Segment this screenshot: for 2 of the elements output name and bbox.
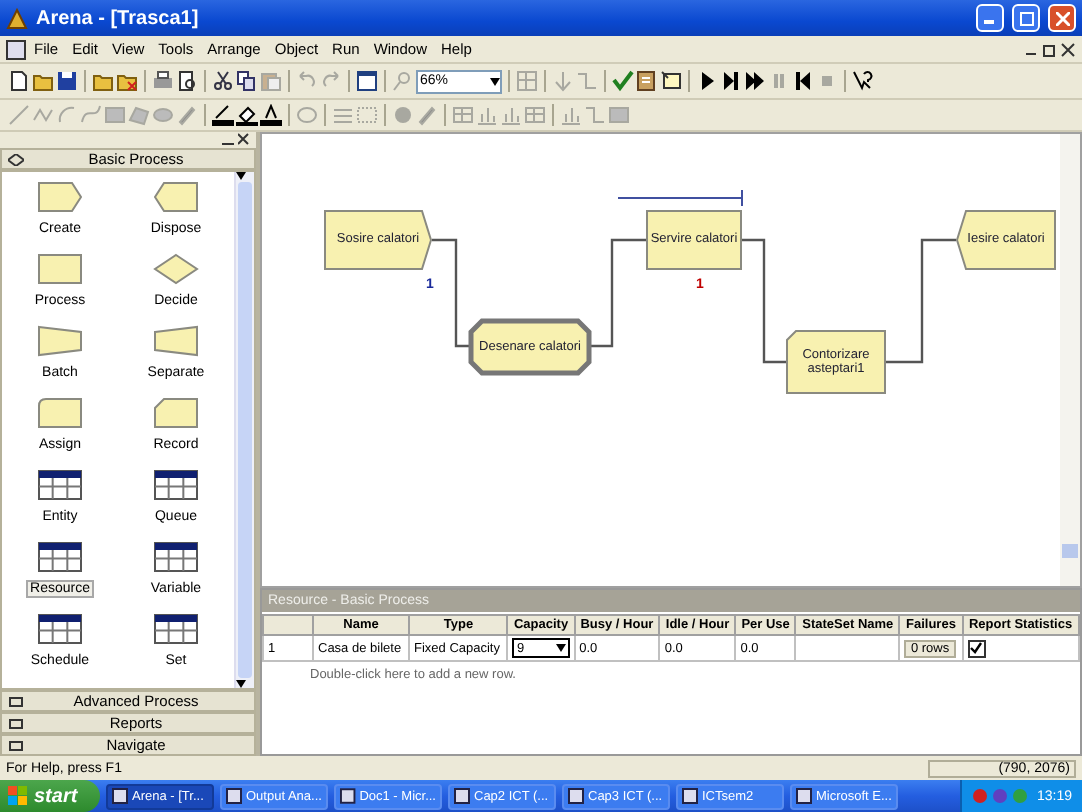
- window-title: Arena - [Trasca1]: [36, 7, 201, 29]
- start-button[interactable]: start: [0, 780, 100, 812]
